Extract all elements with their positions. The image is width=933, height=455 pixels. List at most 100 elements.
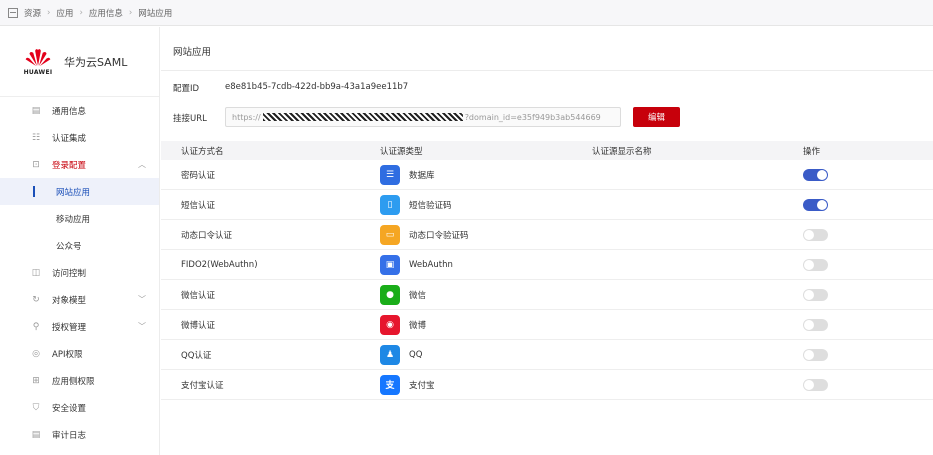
table-row: 微博认证 ◉ 微博: [161, 310, 933, 340]
qq-icon: ♟: [380, 344, 400, 365]
chevron-down-icon[interactable]: ﹀: [138, 321, 146, 332]
access-icon: ◫: [31, 267, 41, 278]
chevron-up-icon[interactable]: ︿: [138, 159, 146, 170]
main-panel: 网站应用 配置ID e8e81b45-7cdb-422d-bb9a-43a1a9…: [161, 27, 933, 455]
auth-method-name: 密码认证: [181, 170, 216, 181]
enable-toggle[interactable]: [803, 198, 828, 211]
action-cell: [803, 378, 933, 391]
app-name: 华为云SAML: [64, 55, 128, 69]
breadcrumb-app-info[interactable]: 应用信息: [89, 7, 123, 19]
breadcrumb-app[interactable]: 应用: [56, 7, 73, 19]
sidebar-item[interactable]: ▤ 通用信息: [0, 97, 159, 124]
api-icon: ◎: [32, 348, 40, 359]
sidebar-item-label: 移动应用: [56, 214, 91, 225]
alipay-icon: 支: [380, 374, 400, 395]
table-body: 密码认证 ☰ 数据库 短信认证 ▯ 短信验证码 动态口令认证 ▭ 动态口令验证码 FIDO2(We…: [161, 160, 933, 400]
enable-toggle[interactable]: [803, 168, 828, 181]
auth-source-type-label: 支付宝: [409, 380, 435, 391]
table-row: 短信认证 ▯ 短信验证码: [161, 190, 933, 220]
auth-source-type: 支支付宝: [380, 374, 592, 395]
sidebar-item[interactable]: 公众号: [0, 232, 159, 259]
url-suffix: ?domain_id=e35f949b3ab544669: [464, 112, 601, 122]
config-id-value: e8e81b45-7cdb-422d-bb9a-43a1a9ee11b7: [225, 82, 409, 92]
auth-source-type: ▭ 动态口令验证码: [380, 224, 592, 245]
shield-icon: ⛉: [32, 402, 40, 413]
sidebar-item-label: 通用信息: [52, 106, 87, 117]
sidebar-item[interactable]: ◫ 访问控制: [0, 259, 159, 286]
sidebar-item-label: 安全设置: [52, 403, 87, 414]
sidebar-item-label: 访问控制: [52, 268, 87, 279]
auth-method-name: 短信认证: [181, 200, 216, 211]
enable-toggle[interactable]: [803, 348, 828, 361]
edit-button[interactable]: 编辑: [633, 107, 680, 127]
auth-method-name: 支付宝认证: [181, 380, 224, 391]
page-title: 网站应用: [173, 47, 212, 58]
grid-icon: ⊞: [32, 375, 40, 386]
auth-source-type-label: 短信验证码: [409, 200, 452, 211]
sidebar-item[interactable]: ▤ 审计日志: [0, 421, 159, 448]
table-row: FIDO2(WebAuthn) ▣ WebAuthn: [161, 250, 933, 280]
auth-method-name: 微博认证: [181, 320, 216, 331]
action-cell: [803, 288, 933, 301]
enable-toggle[interactable]: [803, 288, 828, 301]
column-header: 操作: [803, 146, 821, 157]
config-id-label: 配置ID: [173, 84, 200, 94]
model-icon: ↻: [32, 294, 40, 305]
chevron-down-icon[interactable]: ﹀: [138, 294, 146, 305]
auth-source-type-label: QQ: [409, 349, 423, 360]
action-cell: [803, 228, 933, 241]
auth-source-type-label: 数据库: [409, 170, 435, 181]
weibo-icon: ◉: [380, 314, 400, 335]
sidebar-item-label: 登录配置: [52, 160, 87, 171]
breadcrumb: 资源 › 应用 › 应用信息 › 网站应用: [0, 0, 933, 26]
auth-source-type: ● 微信: [380, 284, 592, 305]
auth-source-type-label: WebAuthn: [409, 259, 453, 270]
column-header: 认证源类型: [380, 146, 423, 157]
enable-toggle[interactable]: [803, 378, 828, 391]
action-cell: [803, 198, 933, 211]
table-row: QQ认证 ♟ QQ: [161, 340, 933, 370]
enable-toggle[interactable]: [803, 318, 828, 331]
auth-method-name: 微信认证: [181, 290, 216, 301]
sidebar-item[interactable]: ⚲ 授权管理 ﹀: [0, 313, 159, 340]
auth-method-name: FIDO2(WebAuthn): [181, 259, 258, 270]
table-row: 动态口令认证 ▭ 动态口令验证码: [161, 220, 933, 250]
enable-toggle[interactable]: [803, 258, 828, 271]
auth-method-name: QQ认证: [181, 350, 212, 361]
sidebar-item[interactable]: ◎ API权限: [0, 340, 159, 367]
auth-source-type-label: 微博: [409, 320, 427, 331]
enable-toggle[interactable]: [803, 228, 828, 241]
url-label: 挂接URL: [173, 114, 207, 124]
action-cell: [803, 168, 933, 181]
sidebar-nav: ▤ 通用信息 ☷ 认证集成 ⊡ 登录配置 ︿ 网站应用 移动应用 公众号 ◫ 访问控制 ↻ 对象模型 ﹀ ⚲ 授…: [0, 97, 159, 448]
sidebar-item[interactable]: ↻ 对象模型 ﹀: [0, 286, 159, 313]
sidebar-item[interactable]: ⊡ 登录配置 ︿: [0, 151, 159, 178]
breadcrumb-resource[interactable]: 资源: [24, 7, 41, 19]
sidebar-item-label: 公众号: [56, 241, 82, 252]
auth-source-type: ▯ 短信验证码: [380, 194, 592, 215]
wechat-icon: ●: [380, 284, 400, 305]
auth-source-type-label: 动态口令验证码: [409, 230, 469, 241]
url-field[interactable]: https:// ?domain_id=e35f949b3ab544669: [225, 107, 621, 127]
sidebar-item[interactable]: ⊞ 应用侧权限: [0, 367, 159, 394]
table-header: 认证方式名 认证源类型 认证源显示名称 操作: [161, 141, 933, 160]
sidebar-item[interactable]: 网站应用: [0, 178, 159, 205]
brand: HUAWEI 华为云SAML: [0, 27, 159, 97]
sidebar-item[interactable]: ⛉ 安全设置: [0, 394, 159, 421]
huawei-logo: HUAWEI: [22, 48, 54, 76]
sidebar-item-label: 审计日志: [52, 430, 87, 441]
sidebar-item-label: 认证集成: [52, 133, 87, 144]
auth-source-type-label: 微信: [409, 290, 427, 301]
auth-source-type: ◉ 微博: [380, 314, 592, 335]
auth-source-type: ☰ 数据库: [380, 164, 592, 185]
column-header: 认证源显示名称: [592, 146, 652, 157]
sidebar-item[interactable]: 移动应用: [0, 205, 159, 232]
sidebar-item-label: 授权管理: [52, 322, 87, 333]
sidebar-item[interactable]: ☷ 认证集成: [0, 124, 159, 151]
database-icon: ☰: [380, 164, 400, 185]
sidebar: HUAWEI 华为云SAML ▤ 通用信息 ☷ 认证集成 ⊡ 登录配置 ︿ 网站应用 移动应用公…: [0, 27, 160, 455]
sidebar-item-label: 应用侧权限: [52, 376, 95, 387]
url-prefix: https://: [232, 112, 261, 122]
column-header: 认证方式名: [181, 146, 224, 157]
action-cell: [803, 258, 933, 271]
